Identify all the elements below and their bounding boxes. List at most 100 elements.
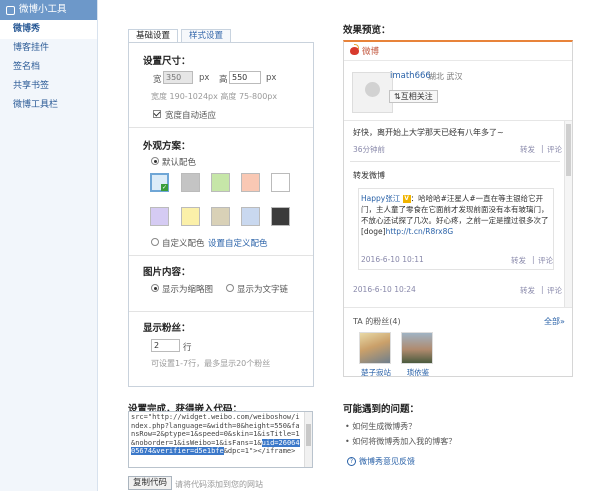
follow-button[interactable]: ⇅互相关注: [389, 90, 438, 103]
scrollbar-thumb[interactable]: [306, 424, 311, 446]
follow-label: 互相关注: [400, 92, 433, 101]
color-swatch[interactable]: [241, 173, 260, 192]
post-time[interactable]: 36分钟前: [353, 144, 385, 155]
textlink-label: 显示为文字链: [237, 285, 289, 295]
auto-width-checkbox[interactable]: [153, 110, 161, 118]
divider: [129, 311, 313, 312]
repost-link[interactable]: http://t.cn/R8rx8G: [386, 227, 454, 236]
fans-rows-input[interactable]: 2: [151, 339, 180, 352]
weibo-widget-preview: 微博 imath666 湖北 武汉 ⇅互相关注 好快，离开始上大学那天已经有八年…: [343, 40, 573, 377]
color-swatch[interactable]: [241, 207, 260, 226]
follow-icon: ⇅: [394, 92, 401, 101]
repost-label: 转发微博: [353, 171, 385, 180]
settings-panel: 设置尺寸： 宽 350 px 高 550 px 宽度 190-1024px 高度…: [128, 42, 314, 387]
custom-scheme-link[interactable]: 设置自定义配色: [208, 237, 268, 249]
fan-avatar[interactable]: [401, 332, 433, 364]
custom-scheme-radio[interactable]: [151, 238, 159, 246]
sidebar-item-toolbar[interactable]: 微博工具栏: [0, 96, 97, 115]
fan-name[interactable]: 楚子寂站: [354, 367, 398, 378]
fans-hint: 可设置1-7行，最多显示20个粉丝: [151, 359, 271, 368]
fans-count-title: TA 的粉丝(4): [353, 317, 401, 326]
tab-style[interactable]: 样式设置: [181, 29, 232, 43]
divider: [350, 161, 560, 162]
problem-link[interactable]: 如何生成微博秀？: [352, 422, 416, 431]
custom-scheme-label: 自定义配色: [162, 239, 205, 249]
code-scrollbar[interactable]: [304, 412, 312, 467]
fans-section: TA 的粉丝(4) 全部» 楚子寂站 琐依鉴: [344, 307, 572, 377]
scrollbar-thumb[interactable]: [566, 124, 571, 176]
sidebar-item-bookmark[interactable]: 共享书签: [0, 77, 97, 96]
repost-time[interactable]: 2016-6-10 10:11: [361, 255, 424, 264]
fans-rows-unit: 行: [183, 343, 192, 353]
thumbnail-radio[interactable]: [151, 284, 159, 292]
post-separator: |: [541, 285, 544, 294]
sidebar-header-label: 微博小工具: [19, 4, 67, 15]
problem-link[interactable]: 如何将微博秀加入我的博客？: [352, 437, 456, 446]
size-hint: 宽度 190-1024px 高度 75-800px: [151, 92, 278, 101]
fans-all-link[interactable]: 全部»: [544, 316, 565, 327]
verified-icon: V: [402, 195, 411, 203]
post-forward[interactable]: 转发: [520, 144, 535, 155]
height-unit: px: [266, 73, 277, 83]
image-title: 图片内容：: [143, 267, 191, 278]
weibo-logo-icon: [350, 44, 359, 55]
default-scheme-label: 默认配色: [162, 158, 197, 168]
color-swatch[interactable]: [150, 207, 169, 226]
divider: [129, 255, 313, 256]
post-comment[interactable]: 评论: [547, 144, 562, 155]
height-label: 高: [219, 75, 228, 85]
default-scheme-radio[interactable]: [151, 157, 159, 165]
sidebar-item-blog-widget[interactable]: 博客挂件: [0, 39, 97, 58]
widget-header: 微博: [344, 42, 572, 61]
repost-user[interactable]: Happy张江: [361, 194, 400, 203]
fans-title: 显示粉丝：: [143, 323, 191, 334]
width-label: 宽: [153, 75, 162, 85]
embed-code-textarea[interactable]: src="http://widget.weibo.com/weiboshow/i…: [128, 411, 313, 468]
color-swatch[interactable]: [181, 173, 200, 192]
post-time[interactable]: 2016-6-10 10:24: [353, 285, 416, 294]
feedback-label[interactable]: 微博秀意见反馈: [359, 456, 415, 467]
sidebar-item-signature[interactable]: 签名档: [0, 58, 97, 77]
repost-box: Happy张江 V ：哈哈哈#汪星人#一直在等主银给它开门，主人童了零食在它面前才…: [358, 188, 554, 270]
post-comment[interactable]: 评论: [547, 285, 562, 296]
sidebar-header: 微博小工具: [0, 0, 97, 20]
fan-avatar[interactable]: [359, 332, 391, 364]
repost-comment[interactable]: 评论: [538, 255, 553, 266]
color-swatch[interactable]: [271, 173, 290, 192]
repost-separator: |: [532, 255, 535, 264]
copy-code-button[interactable]: 复制代码: [128, 476, 173, 490]
height-input[interactable]: 550: [229, 71, 261, 84]
repost-forward[interactable]: 转发: [511, 255, 526, 266]
widget-header-label[interactable]: 微博: [362, 45, 379, 57]
tab-basic[interactable]: 基础设置: [128, 29, 179, 43]
width-input[interactable]: 350: [163, 71, 193, 84]
username[interactable]: imath666: [390, 71, 431, 81]
repost-content: Happy张江 V ：哈哈哈#汪星人#一直在等主银给它开门，主人童了零食在它面前才…: [361, 193, 551, 237]
post-text: 好快，离开始上大学那天已经有八年多了~: [353, 128, 504, 137]
preview-title: 效果预览：: [343, 25, 391, 36]
copy-hint: 请将代码添加到您的网站: [175, 480, 263, 489]
auto-width-label: 宽度自动适应: [165, 111, 217, 121]
weibo-feed: 好快，离开始上大学那天已经有八年多了~ 36分钟前 转发 | 评论 转发微博 H…: [344, 120, 572, 308]
settings-tabs: 基础设置 样式设置: [128, 29, 234, 43]
sidebar: 微博小工具 微博秀 博客挂件 签名档 共享书签 微博工具栏: [0, 0, 98, 491]
problem-item[interactable]: • 如何将微博秀加入我的博客？: [345, 436, 456, 447]
textlink-radio[interactable]: [226, 284, 234, 292]
post-forward[interactable]: 转发: [520, 285, 535, 296]
code-text-end: &dpc=1"></iframe>: [223, 447, 296, 456]
post-separator: |: [541, 144, 544, 153]
color-swatch[interactable]: [211, 173, 230, 192]
problem-item[interactable]: • 如何生成微博秀？: [345, 421, 416, 432]
sidebar-item-weiboshow[interactable]: 微博秀: [0, 20, 97, 39]
feed-scrollbar[interactable]: [564, 121, 572, 308]
widget-icon: [6, 5, 15, 15]
scheme-title: 外观方案：: [143, 141, 191, 152]
color-swatch[interactable]: ✓: [150, 173, 169, 192]
color-swatch[interactable]: [181, 207, 200, 226]
color-swatch[interactable]: [271, 207, 290, 226]
user-avatar[interactable]: [352, 72, 393, 113]
check-icon: ✓: [161, 184, 168, 191]
fan-name[interactable]: 琐依鉴: [396, 367, 440, 378]
color-swatch[interactable]: [211, 207, 230, 226]
feedback-link[interactable]: ? 微博秀意见反馈: [347, 456, 415, 467]
